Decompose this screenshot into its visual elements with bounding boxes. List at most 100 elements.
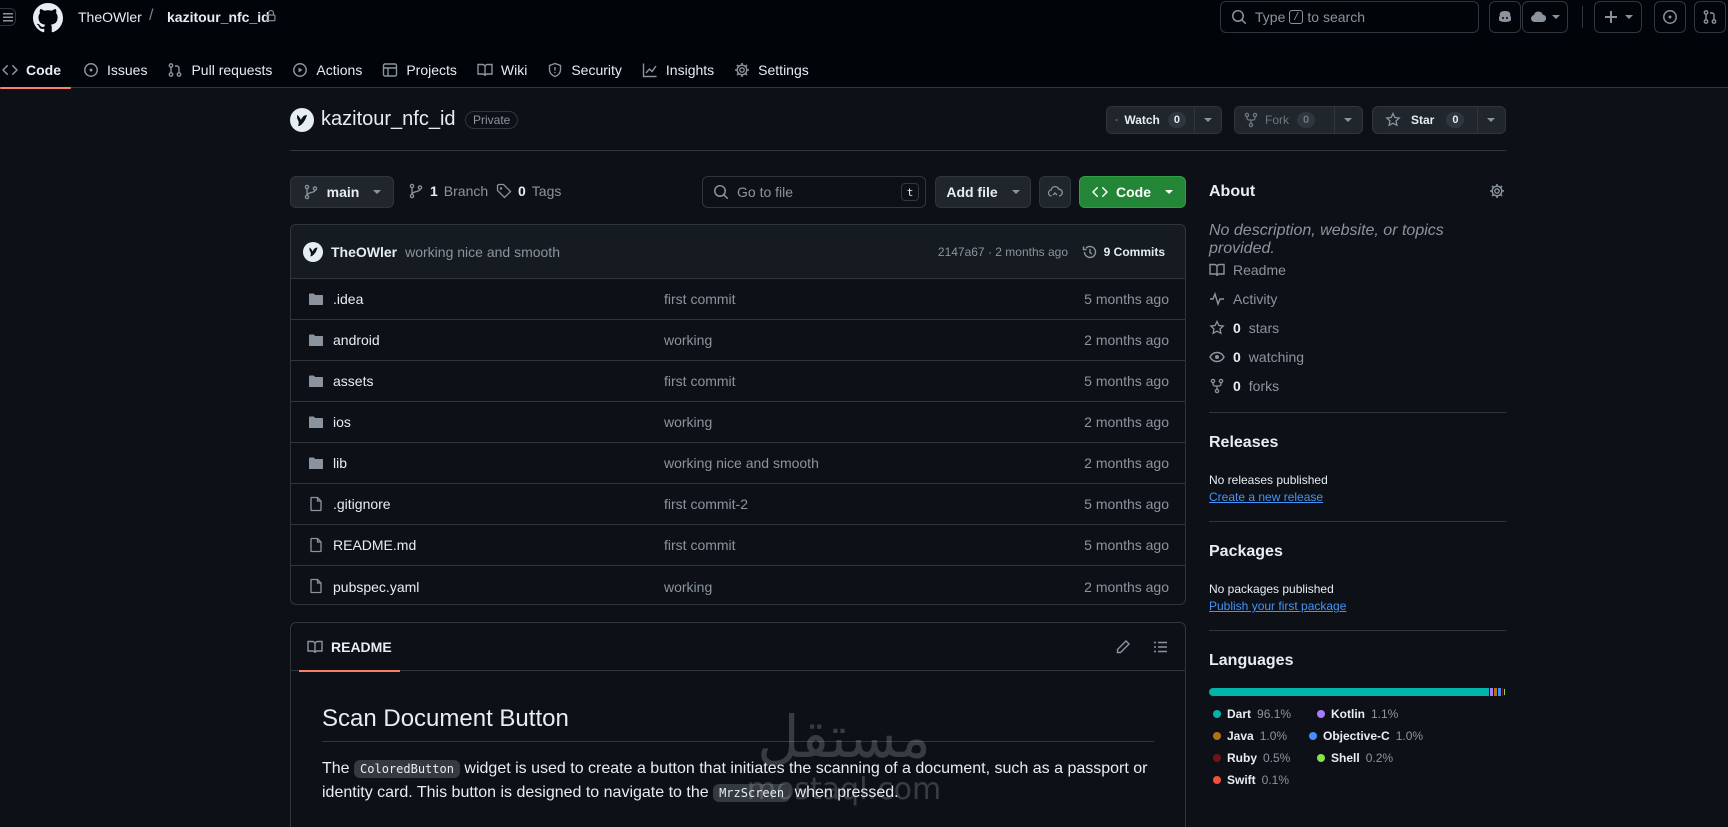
file-row[interactable]: README.md first commit 5 months ago — [291, 525, 1185, 566]
tab-security[interactable]: Security — [537, 52, 632, 88]
tab-settings[interactable]: Settings — [724, 52, 819, 88]
file-name[interactable]: .idea — [333, 291, 363, 307]
language-item[interactable]: Objective-C 1.0% — [1309, 729, 1423, 743]
github-logo-icon[interactable] — [33, 3, 63, 33]
codespace-sync-button[interactable] — [1039, 176, 1071, 208]
issue-opened-icon — [1663, 10, 1677, 24]
code-dropdown-button[interactable]: Code — [1079, 176, 1186, 208]
repo-link[interactable]: kazitour_nfc_id — [167, 9, 270, 25]
create-release-link[interactable]: Create a new release — [1209, 490, 1323, 504]
commit-message[interactable]: working nice and smooth — [405, 244, 560, 260]
file-commit-message[interactable]: working — [664, 332, 712, 348]
language-bar-segment — [1504, 688, 1505, 696]
star-dropdown[interactable] — [1478, 107, 1506, 133]
activity-link[interactable]: Activity — [1209, 291, 1277, 307]
languages-title: Languages — [1209, 652, 1294, 669]
file-commit-message[interactable]: first commit — [664, 537, 736, 553]
codespaces-dropdown[interactable] — [1522, 1, 1568, 33]
star-button[interactable]: Star 0 — [1372, 106, 1506, 134]
copilot-button[interactable] — [1489, 1, 1521, 33]
file-row[interactable]: ios working 2 months ago — [291, 402, 1185, 443]
tab-code[interactable]: Code — [0, 52, 71, 89]
file-name[interactable]: README.md — [333, 537, 416, 553]
file-commit-message[interactable]: first commit — [664, 291, 736, 307]
languages-bar — [1209, 688, 1506, 696]
about-settings-button[interactable] — [1489, 183, 1505, 199]
file-name[interactable]: ios — [333, 414, 351, 430]
tab-actions[interactable]: Actions — [282, 52, 372, 88]
menu-button[interactable] — [0, 8, 16, 26]
file-row[interactable]: lib working nice and smooth 2 months ago — [291, 443, 1185, 484]
list-unordered-icon[interactable] — [1153, 639, 1169, 655]
file-list: .idea first commit 5 months ago android work… — [291, 279, 1185, 604]
readme-tab[interactable]: README — [299, 623, 400, 672]
language-bar-segment — [1493, 688, 1497, 696]
global-search-input[interactable]: Type / to search — [1220, 1, 1479, 33]
book-icon — [1209, 263, 1225, 277]
branch-selector[interactable]: main — [290, 176, 394, 208]
commits-link[interactable]: 9 Commits — [1082, 244, 1165, 260]
watch-button[interactable]: Watch 0 — [1106, 106, 1222, 134]
commit-author-avatar[interactable] — [303, 241, 323, 262]
fork-dropdown[interactable] — [1335, 107, 1363, 133]
pull-requests-button[interactable] — [1694, 1, 1726, 33]
readme-link[interactable]: Readme — [1209, 262, 1286, 278]
watch-dropdown[interactable] — [1195, 107, 1221, 133]
tags-link[interactable]: 0 Tags — [496, 183, 561, 199]
file-row[interactable]: android working 2 months ago — [291, 320, 1185, 361]
commit-meta[interactable]: 2147a67 · 2 months ago — [938, 245, 1068, 259]
file-name[interactable]: pubspec.yaml — [333, 579, 419, 595]
chevron-down-icon — [1011, 190, 1020, 194]
tab-insights[interactable]: Insights — [632, 52, 724, 88]
language-item[interactable]: Kotlin 1.1% — [1317, 707, 1398, 721]
releases-title[interactable]: Releases — [1209, 434, 1278, 451]
file-row[interactable]: assets first commit 5 months ago — [291, 361, 1185, 402]
repo-title[interactable]: kazitour_nfc_id — [321, 108, 456, 131]
file-row[interactable]: pubspec.yaml working 2 months ago — [291, 566, 1185, 604]
stars-link[interactable]: 0 stars — [1209, 320, 1279, 336]
tab-issues[interactable]: Issues — [73, 52, 157, 88]
file-age: 5 months ago — [1084, 537, 1169, 553]
file-name[interactable]: assets — [333, 373, 373, 389]
tab-pull-requests[interactable]: Pull requests — [157, 52, 282, 88]
copilot-icon — [1499, 11, 1511, 22]
file-name[interactable]: .gitignore — [333, 496, 391, 512]
branches-link[interactable]: 1 Branch — [408, 183, 488, 199]
language-item[interactable]: Shell 0.2% — [1317, 751, 1393, 765]
file-commit-message[interactable]: working nice and smooth — [664, 455, 819, 471]
language-percent: 1.0% — [1395, 729, 1424, 743]
language-item[interactable]: Ruby 0.5% — [1213, 751, 1290, 765]
issues-button[interactable] — [1654, 1, 1686, 33]
repo-owner-avatar[interactable] — [290, 108, 314, 132]
commit-author[interactable]: TheOWler — [331, 244, 397, 260]
tab-wiki[interactable]: Wiki — [467, 52, 537, 88]
file-row[interactable]: .gitignore first commit-2 5 months ago — [291, 484, 1185, 525]
language-bar-segment — [1489, 688, 1493, 696]
language-bar-segment — [1501, 688, 1504, 696]
language-item[interactable]: Dart 96.1% — [1213, 707, 1291, 721]
tab-label: Wiki — [500, 62, 528, 78]
file-commit-message[interactable]: first commit — [664, 373, 736, 389]
owner-link[interactable]: TheOWler — [78, 9, 142, 25]
pencil-icon[interactable] — [1115, 639, 1131, 655]
tab-projects[interactable]: Projects — [372, 52, 467, 88]
publish-package-link[interactable]: Publish your first package — [1209, 599, 1346, 613]
packages-title[interactable]: Packages — [1209, 543, 1283, 560]
create-new-dropdown[interactable] — [1594, 1, 1642, 33]
watching-link[interactable]: 0 watching — [1209, 349, 1304, 365]
forks-link[interactable]: 0 forks — [1209, 378, 1279, 394]
go-to-file-input[interactable]: Go to file t — [702, 176, 926, 208]
go-to-file-shortcut: t — [901, 183, 919, 201]
fork-button[interactable]: Fork 0 — [1234, 106, 1363, 134]
file-name[interactable]: android — [333, 332, 380, 348]
language-item[interactable]: Swift 0.1% — [1213, 773, 1289, 787]
file-age: 5 months ago — [1084, 373, 1169, 389]
about-description: No description, website, or topics provi… — [1209, 222, 1444, 257]
file-row[interactable]: .idea first commit 5 months ago — [291, 279, 1185, 320]
file-commit-message[interactable]: working — [664, 414, 712, 430]
add-file-button[interactable]: Add file — [935, 176, 1031, 208]
language-item[interactable]: Java 1.0% — [1213, 729, 1287, 743]
file-commit-message[interactable]: working — [664, 579, 712, 595]
file-name[interactable]: lib — [333, 455, 347, 471]
file-commit-message[interactable]: first commit-2 — [664, 496, 748, 512]
